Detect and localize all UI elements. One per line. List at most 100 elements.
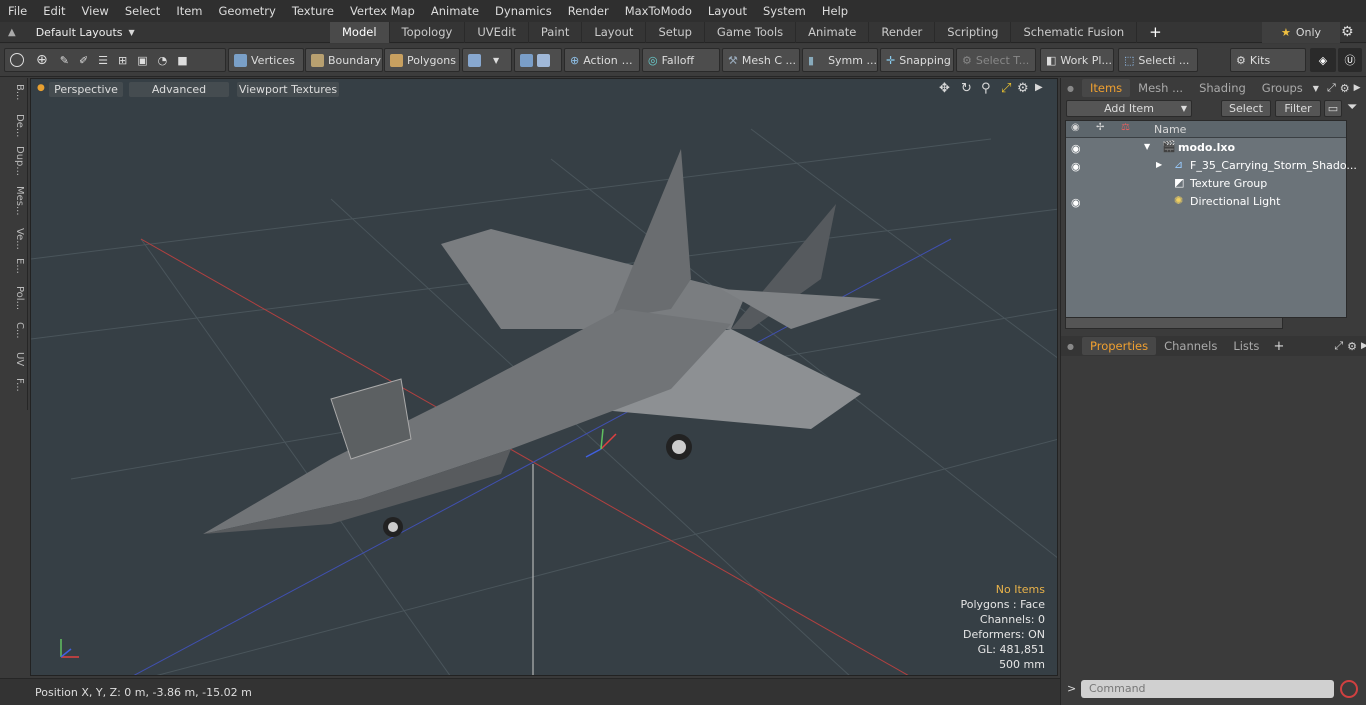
viewport-expand-icon[interactable]: ▶ [1035,82,1043,93]
left-tab-edge[interactable]: E... [3,258,25,274]
tab-properties[interactable]: Properties [1081,337,1157,355]
tree-row-mesh[interactable]: ◉ ▶ ⊿ F_35_Carrying_Storm_Shado... [1066,157,1357,175]
rotate-view-icon[interactable]: ↻ [961,81,972,96]
panel-menu-icon[interactable]: ▶ [1354,83,1361,93]
tab-lists[interactable]: Lists [1225,337,1267,355]
tab-channels[interactable]: Channels [1156,337,1225,355]
tab-setup[interactable]: Setup [646,22,705,43]
tab-uvedit[interactable]: UVEdit [465,22,529,43]
tab-model[interactable]: Model [330,22,390,43]
item-mode-button[interactable]: ▼ [462,48,512,72]
left-tab-curve[interactable]: C... [3,322,25,339]
kits-button[interactable]: ⚙ Kits [1230,48,1306,72]
zoom-view-icon[interactable]: ⚲ [981,81,991,96]
expand-arrow-icon[interactable]: ▶ [1156,160,1162,169]
tab-render[interactable]: Render [869,22,936,43]
filter-button[interactable]: Filter [1275,100,1321,117]
menu-item[interactable]: Item [168,0,210,22]
menu-select[interactable]: Select [117,0,168,22]
unity-button[interactable]: ◈ [1310,48,1336,72]
tab-groups[interactable]: Groups [1254,79,1311,97]
collapse-arrow-icon[interactable]: ▼ [1144,142,1150,151]
tab-animate[interactable]: Animate [796,22,870,43]
expand-panel-icon[interactable]: ⤢ [1327,81,1336,95]
brush-icon[interactable]: ✐ [79,54,88,67]
menu-render[interactable]: Render [560,0,617,22]
add-tab-icon[interactable]: + [1273,339,1284,354]
rotate-icon[interactable]: ◔ [158,54,168,67]
cube-icon[interactable]: ■ [177,54,187,67]
eye-icon[interactable]: ◉ [1071,196,1083,209]
mesh-constraints-button[interactable]: ⚒ Mesh C ... [722,48,800,72]
menu-system[interactable]: System [755,0,814,22]
tab-shading[interactable]: Shading [1191,79,1254,97]
menu-geometry[interactable]: Geometry [211,0,284,22]
unreal-button[interactable]: Ⓤ [1338,48,1362,72]
left-tab-basic[interactable]: B... [3,84,25,100]
center-icon[interactable]: ⊞ [118,54,127,67]
tree-row-texture-group[interactable]: ◩ Texture Group [1066,175,1346,193]
tree-scrollbar[interactable] [1065,317,1283,329]
tab-mesh-ops[interactable]: Mesh ... [1130,79,1191,97]
tab-items[interactable]: Items [1081,79,1131,97]
panel-gear-icon[interactable]: ⚙ [1340,82,1350,95]
menu-texture[interactable]: Texture [284,0,342,22]
fit-view-icon[interactable]: ⤢ [1001,81,1011,96]
gear-icon[interactable]: ⚙ [1341,24,1354,40]
add-item-button[interactable]: Add Item ▼ [1066,100,1192,117]
left-tab-uv[interactable]: UV [3,352,25,366]
symmetry-button[interactable]: ▮ Symm ... [802,48,878,72]
tab-topology[interactable]: Topology [390,22,466,43]
advanced-button[interactable]: Advanced [129,82,229,97]
action-center-button[interactable]: ⊕ Action … [564,48,640,72]
select-through-button[interactable]: ⚙ Select T... [956,48,1036,72]
record-icon[interactable] [1340,680,1358,698]
left-tab-mesh-edit[interactable]: Mes... [3,186,25,216]
menu-layout[interactable]: Layout [700,0,755,22]
3d-viewport[interactable]: ● Perspective Advanced Viewport Textures… [30,78,1058,676]
tree-row-directional-light[interactable]: ◉ ✺ Directional Light [1066,193,1346,211]
left-tab-deform[interactable]: De... [3,114,25,137]
boundary-button[interactable]: Boundary [305,48,383,72]
work-plane-button[interactable]: ◧ Work Pl... [1040,48,1114,72]
name-column-header[interactable]: Name [1154,123,1186,136]
pen-icon[interactable]: ✎ [60,54,69,67]
eye-icon[interactable]: ◉ [1071,160,1083,173]
menu-help[interactable]: Help [814,0,856,22]
globe-icon[interactable]: ⊕ [36,52,48,68]
chevron-down-icon[interactable]: ▼ [1313,84,1319,93]
tree-row-scene[interactable]: ◉ ▼ 🎬 modo.lxo [1066,139,1346,157]
viewport-gear-icon[interactable]: ⚙ [1017,81,1029,96]
tab-paint[interactable]: Paint [529,22,583,43]
shield-buttons[interactable] [514,48,562,72]
left-tab-polygon[interactable]: Pol... [3,286,25,310]
expand-panel-icon[interactable]: ⤢ [1334,339,1343,353]
menu-maxtomodo[interactable]: MaxToModo [617,0,700,22]
menu-view[interactable]: View [74,0,117,22]
move-view-icon[interactable]: ✥ [939,81,950,96]
menu-edit[interactable]: Edit [35,0,73,22]
collapse-icon[interactable]: ▭ [1324,100,1342,117]
tab-schematic-fusion[interactable]: Schematic Fusion [1011,22,1138,43]
tab-game-tools[interactable]: Game Tools [705,22,797,43]
perspective-button[interactable]: Perspective [49,82,123,97]
layout-selector[interactable]: ▲ Default Layouts ▼ [8,22,135,43]
panel-gear-icon[interactable]: ⚙ [1347,340,1357,353]
eye-icon[interactable]: ◉ [1071,142,1083,155]
select-button[interactable]: Select [1221,100,1271,117]
frame-icon[interactable]: ▣ [137,54,147,67]
command-input[interactable]: Command [1081,680,1334,698]
left-tab-fusion[interactable]: F... [3,378,25,392]
add-tab-icon[interactable]: + [1137,22,1174,43]
menu-animate[interactable]: Animate [423,0,487,22]
selection-button[interactable]: ⬚ Selecti ... [1118,48,1198,72]
menu-dynamics[interactable]: Dynamics [487,0,560,22]
tab-layout[interactable]: Layout [582,22,647,43]
vertices-button[interactable]: Vertices [228,48,304,72]
panel-menu-icon[interactable]: ▶ [1361,341,1366,351]
circle-select-icon[interactable] [10,53,24,67]
left-tab-vertex[interactable]: Ve... [3,228,25,250]
align-icon[interactable]: ☰ [98,54,108,67]
menu-file[interactable]: File [0,0,35,22]
only-toggle[interactable]: ★ Only [1262,22,1340,43]
